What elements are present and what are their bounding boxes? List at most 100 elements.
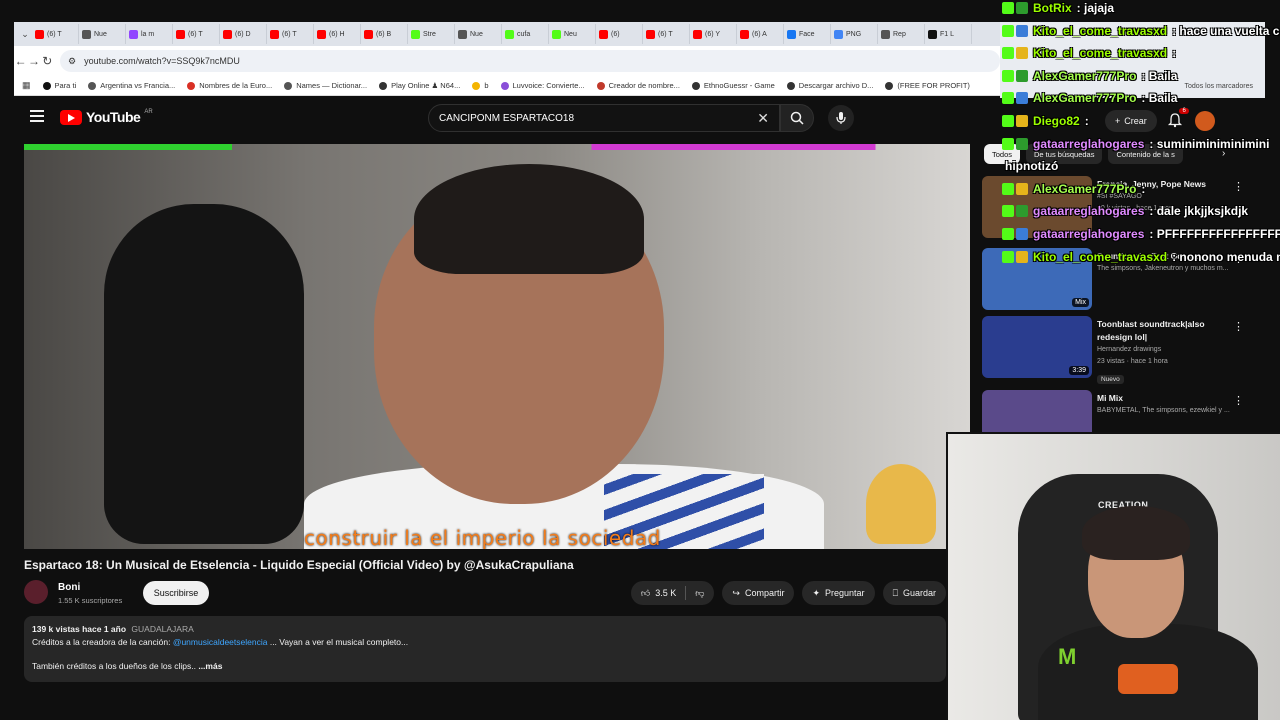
browser-tab[interactable]: (6) D [220, 24, 267, 44]
video-description[interactable]: 139 k vistas hace 1 año GUADALAJARA Créd… [24, 616, 946, 682]
bookmark-item[interactable]: (FREE FOR PROFIT) [885, 81, 970, 90]
search-button[interactable] [780, 104, 814, 132]
tab-search-icon[interactable]: ⌄ [18, 29, 32, 40]
like-button[interactable]: 👍︎ 3.5 K 👎︎ [630, 581, 715, 605]
channel-row: Boni 1.55 K suscriptores Suscribirse 👍︎ … [24, 580, 946, 606]
site-settings-icon[interactable]: ⚙ [68, 56, 76, 67]
chat-username[interactable]: AlexGamer777Pro [1033, 182, 1136, 196]
bookmark-favicon-icon [88, 81, 97, 90]
recommendation-duration: Mix [1072, 298, 1089, 307]
bookmark-item[interactable]: Para ti [42, 81, 77, 90]
browser-tab[interactable]: F1 L [925, 24, 972, 44]
recommendation-info: Toonblast soundtrack|also redesign lol| H… [1097, 318, 1237, 386]
search-input[interactable]: CANCIPONM ESPARTACO18 ✕ [428, 104, 780, 132]
browser-tab[interactable]: Neu [549, 24, 596, 44]
browser-tab[interactable]: (6) T [173, 24, 220, 44]
chat-username[interactable]: AlexGamer777Pro [1033, 69, 1136, 83]
bookmark-item[interactable]: Nombres de la Euro... [187, 81, 272, 90]
browser-tab[interactable]: PNG [831, 24, 878, 44]
location-tag[interactable]: GUADALAJARA [131, 624, 193, 634]
bookmark-item[interactable]: EthnoGuessr - Game [691, 81, 775, 90]
tab-favicon-icon [552, 29, 561, 39]
browser-tab[interactable]: Nue [455, 24, 502, 44]
tab-favicon-icon [881, 29, 890, 39]
bookmark-item[interactable]: Argentina vs Francia... [88, 81, 175, 90]
video-actions: 👍︎ 3.5 K 👎︎ ↪ Compartir ✦ Preguntar ⎕ Gu… [630, 581, 946, 605]
forward-icon[interactable]: → [27, 54, 40, 68]
browser-tab[interactable]: (6) B [361, 24, 408, 44]
chat-username[interactable]: Kito_el_come_travasxd [1033, 250, 1167, 264]
save-button[interactable]: ⎕ Guardar [882, 581, 946, 605]
hamburger-menu-icon[interactable] [30, 110, 44, 122]
show-more-link[interactable]: ...más [198, 661, 222, 671]
kick-badge-icon [1002, 182, 1014, 195]
browser-tab[interactable]: Face [784, 24, 831, 44]
browser-tab[interactable]: la m [126, 24, 173, 44]
chat-username[interactable]: Diego82 [1033, 114, 1080, 128]
chat-username[interactable]: Kito_el_come_travasxd [1033, 46, 1167, 60]
url-field[interactable]: ⚙ youtube.com/watch?v=SSQ9k7ncMDU [59, 50, 1000, 72]
subscribe-button[interactable]: Suscribirse [143, 581, 209, 605]
tab-favicon-icon [599, 29, 608, 39]
chat-username[interactable]: gataarreglahogares [1033, 137, 1144, 151]
bookmark-item[interactable]: b [472, 81, 489, 90]
youtube-logo[interactable]: YouTube AR [60, 109, 153, 125]
tab-label: cufa [517, 30, 531, 38]
bookmark-item[interactable]: Creador de nombre... [596, 81, 680, 90]
bookmark-item[interactable]: Luvvoice: Convierte... [500, 81, 585, 90]
browser-tab[interactable]: (6) A [737, 24, 784, 44]
bookmark-label: EthnoGuessr - Game [703, 81, 775, 90]
tab-favicon-icon [834, 29, 843, 39]
browser-tab[interactable]: (6) [596, 24, 643, 44]
tab-favicon-icon [364, 29, 373, 39]
browser-tab[interactable]: (6) T [643, 24, 690, 44]
bookmark-label: b [484, 81, 489, 90]
chat-username[interactable]: Kito_el_come_travasxd [1033, 24, 1167, 38]
tab-favicon-icon [411, 29, 420, 39]
browser-tab[interactable]: (6) H [314, 24, 361, 44]
browser-tab[interactable]: (6) T [32, 24, 79, 44]
kick-badge-icon [1002, 205, 1014, 218]
more-options-icon[interactable]: ⋮ [1233, 320, 1244, 333]
browser-tab[interactable]: Nue [79, 24, 126, 44]
youtube-play-icon [60, 109, 82, 125]
recommendation-title[interactable]: Mi Mix [1097, 392, 1237, 405]
browser-tab[interactable]: (6) Y [690, 24, 737, 44]
recommendation-thumbnail[interactable]: 3:39 [982, 316, 1092, 378]
bookmark-item[interactable]: Play Online ♟ N64... [379, 81, 460, 90]
chat-username[interactable]: gataarreglahogares [1033, 227, 1144, 241]
chat-text: : PFFFFFFFFFFFFFFFF [1149, 227, 1280, 241]
bookmark-item[interactable]: Descargar archivo D... [786, 81, 873, 90]
apps-grid-icon[interactable]: ▦ [22, 80, 31, 91]
bookmark-label: (FREE FOR PROFIT) [897, 81, 970, 90]
browser-tab[interactable]: Rep [878, 24, 925, 44]
chat-username[interactable]: gataarreglahogares [1033, 204, 1144, 218]
share-button[interactable]: ↪ Compartir [722, 581, 795, 605]
voice-search-button[interactable] [828, 105, 854, 131]
browser-tab[interactable]: (6) T [267, 24, 314, 44]
chat-username[interactable]: AlexGamer777Pro [1033, 91, 1136, 105]
tab-favicon-icon [928, 29, 937, 39]
clear-search-icon[interactable]: ✕ [757, 110, 769, 127]
channel-avatar[interactable] [24, 580, 48, 604]
channel-name[interactable]: Boni [58, 582, 80, 593]
browser-tab[interactable]: cufa [502, 24, 549, 44]
reload-icon[interactable]: ↻ [41, 54, 54, 68]
more-options-icon[interactable]: ⋮ [1233, 394, 1244, 407]
chat-username[interactable]: BotRix [1033, 1, 1072, 15]
back-icon[interactable]: ← [14, 54, 27, 68]
bookmark-label: Para ti [54, 81, 77, 90]
thumbs-down-icon[interactable]: 👎︎ [695, 588, 704, 599]
tab-favicon-icon [787, 29, 796, 39]
browser-tab[interactable]: Stre [408, 24, 455, 44]
ask-button[interactable]: ✦ Preguntar [802, 581, 875, 605]
recommendation-item[interactable]: 3:39 Toonblast soundtrack|also redesign l… [982, 316, 1252, 384]
channel-subscribers: 1.55 K suscriptores [58, 596, 123, 605]
description-mention-link[interactable]: @unmusicaldeetselencia [173, 637, 268, 647]
description-line-2: También créditos a los dueños de los cli… [32, 661, 938, 671]
video-player[interactable]: construir la el imperio la sociedad [24, 144, 970, 549]
description-text: También créditos a los dueños de los cli… [32, 661, 196, 671]
chat-text: : dale jkkjjksjkdjk [1149, 204, 1249, 219]
recommendation-title[interactable]: Toonblast soundtrack|also redesign lol| [1097, 318, 1237, 344]
bookmark-item[interactable]: Names — Dictionar... [284, 81, 367, 90]
